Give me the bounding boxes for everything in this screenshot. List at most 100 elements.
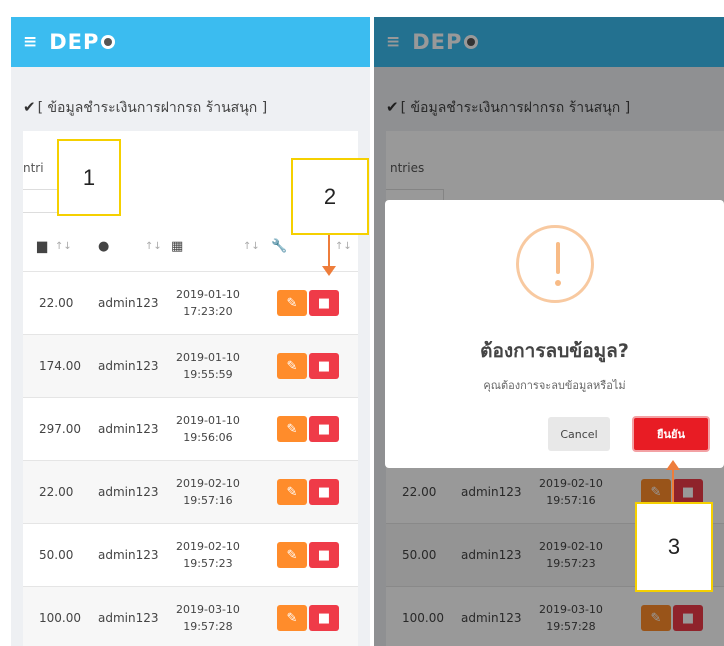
date-column-header[interactable]: ▦ xyxy=(171,239,183,254)
trash-icon: ■ xyxy=(317,295,331,311)
edit-button[interactable]: ✎ xyxy=(277,479,307,505)
arrow-down-icon xyxy=(322,266,336,276)
table-row: 22.00 admin123 2019-02-10 19:57:16 ✎ ■ xyxy=(23,460,358,523)
logo[interactable]: DEP xyxy=(49,30,116,54)
dialog-message: คุณต้องการจะลบข้อมูลหรือไม่ xyxy=(483,379,626,392)
warning-icon-bar xyxy=(556,242,560,274)
delete-button[interactable]: ■ xyxy=(309,353,339,379)
pencil-icon: ✎ xyxy=(286,295,298,311)
user-icon: ● xyxy=(98,238,110,254)
amount-cell: 174.00 xyxy=(39,359,81,373)
hamburger-menu-icon[interactable]: ≡ xyxy=(23,33,37,51)
edit-button[interactable]: ✎ xyxy=(277,542,307,568)
edit-button[interactable]: ✎ xyxy=(277,605,307,631)
confirm-delete-dialog: ต้องการลบข้อมูล? คุณต้องการจะลบข้อมูลหรื… xyxy=(385,200,724,468)
date-cell: 2019-01-10 19:55:59 xyxy=(176,349,240,383)
amount-cell: 22.00 xyxy=(39,296,74,310)
date-text: 2019-02-10 xyxy=(176,477,240,490)
dialog-title: ต้องการลบข้อมูล? xyxy=(480,340,629,362)
pencil-icon: ✎ xyxy=(286,547,298,563)
time-text: 19:57:28 xyxy=(183,620,233,633)
pencil-icon: ✎ xyxy=(286,610,298,626)
amount-column-header[interactable]: ▆ ↑↓ xyxy=(37,239,72,254)
trash-icon: ■ xyxy=(317,421,331,437)
confirm-button[interactable]: ยืนยัน xyxy=(632,416,710,452)
time-text: 17:23:20 xyxy=(183,305,233,318)
delete-button[interactable]: ■ xyxy=(309,605,339,631)
section-title: ✔[ ข้อมูลชำระเงินการฝากรถ ร้านสนุก ] xyxy=(23,97,267,119)
trash-icon: ■ xyxy=(317,358,331,374)
date-cell: 2019-02-10 19:57:16 xyxy=(176,475,240,509)
arrow-line-3 xyxy=(672,470,674,502)
date-sort[interactable]: ↑↓ xyxy=(243,241,260,252)
check-icon: ✔ xyxy=(23,98,36,116)
pencil-icon: ✎ xyxy=(286,358,298,374)
time-text: 19:57:23 xyxy=(183,557,233,570)
date-cell: 2019-02-10 19:57:23 xyxy=(176,538,240,572)
date-cell: 2019-01-10 17:23:20 xyxy=(176,286,240,320)
sort-icon: ↑↓ xyxy=(243,240,260,252)
trash-icon: ■ xyxy=(317,547,331,563)
delete-button[interactable]: ■ xyxy=(309,290,339,316)
date-cell: 2019-03-10 19:57:28 xyxy=(176,601,240,635)
pencil-icon: ✎ xyxy=(286,484,298,500)
date-text: 2019-03-10 xyxy=(176,603,240,616)
date-text: 2019-01-10 xyxy=(176,351,240,364)
pencil-icon: ✎ xyxy=(286,421,298,437)
delete-button[interactable]: ■ xyxy=(309,542,339,568)
logo-badge-icon xyxy=(101,35,116,49)
amount-cell: 50.00 xyxy=(39,548,74,562)
user-cell: admin123 xyxy=(98,359,159,373)
section-title-text: [ ข้อมูลชำระเงินการฝากรถ ร้านสนุก ] xyxy=(37,100,268,116)
cancel-button[interactable]: Cancel xyxy=(548,417,610,451)
actions-sort[interactable]: ↑↓ xyxy=(335,241,352,252)
amount-cell: 22.00 xyxy=(39,485,74,499)
time-text: 19:55:59 xyxy=(183,368,233,381)
table-row: 297.00 admin123 2019-01-10 19:56:06 ✎ ■ xyxy=(23,397,358,460)
arrow-up-icon xyxy=(666,460,680,470)
date-text: 2019-02-10 xyxy=(176,540,240,553)
delete-button[interactable]: ■ xyxy=(309,416,339,442)
sort-icon: ↑↓ xyxy=(55,240,72,252)
user-cell: admin123 xyxy=(98,422,159,436)
actions-column-header: 🔧 xyxy=(271,239,287,254)
table-row: 22.00 admin123 2019-01-10 17:23:20 ✎ ■ xyxy=(23,271,358,334)
money-icon: ▆ xyxy=(37,238,47,254)
trash-icon: ■ xyxy=(317,610,331,626)
left-screen: ≡ DEP ✔[ ข้อมูลชำระเงินการฝากรถ ร้านสนุก… xyxy=(11,17,370,646)
user-cell: admin123 xyxy=(98,485,159,499)
date-cell: 2019-01-10 19:56:06 xyxy=(176,412,240,446)
sort-icon: ↑↓ xyxy=(145,240,162,252)
user-column-header[interactable]: ● xyxy=(98,239,109,254)
warning-icon-dot xyxy=(555,280,561,286)
edit-button[interactable]: ✎ xyxy=(277,353,307,379)
user-cell: admin123 xyxy=(98,296,159,310)
table-row: 50.00 admin123 2019-02-10 19:57:23 ✎ ■ xyxy=(23,523,358,586)
entries-label: ntri xyxy=(23,161,44,175)
warning-icon xyxy=(516,225,594,303)
amount-cell: 100.00 xyxy=(39,611,81,625)
table-row: 100.00 admin123 2019-03-10 19:57:28 ✎ ■ xyxy=(23,586,358,646)
wrench-icon: 🔧 xyxy=(271,238,288,254)
sort-icon: ↑↓ xyxy=(335,240,352,252)
amount-cell: 297.00 xyxy=(39,422,81,436)
top-navbar: ≡ DEP xyxy=(11,17,370,67)
user-cell: admin123 xyxy=(98,611,159,625)
date-text: 2019-01-10 xyxy=(176,288,240,301)
calendar-icon: ▦ xyxy=(171,238,184,254)
callout-1: 1 xyxy=(57,139,121,216)
time-text: 19:56:06 xyxy=(183,431,233,444)
user-sort[interactable]: ↑↓ xyxy=(145,241,162,252)
edit-button[interactable]: ✎ xyxy=(277,290,307,316)
table-row: 174.00 admin123 2019-01-10 19:55:59 ✎ ■ xyxy=(23,334,358,397)
user-cell: admin123 xyxy=(98,548,159,562)
trash-icon: ■ xyxy=(317,484,331,500)
delete-button[interactable]: ■ xyxy=(309,479,339,505)
logo-text: DEP xyxy=(49,30,100,54)
callout-3: 3 xyxy=(635,502,713,592)
date-text: 2019-01-10 xyxy=(176,414,240,427)
callout-2: 2 xyxy=(291,158,369,235)
time-text: 19:57:16 xyxy=(183,494,233,507)
arrow-line-2 xyxy=(328,235,330,267)
edit-button[interactable]: ✎ xyxy=(277,416,307,442)
